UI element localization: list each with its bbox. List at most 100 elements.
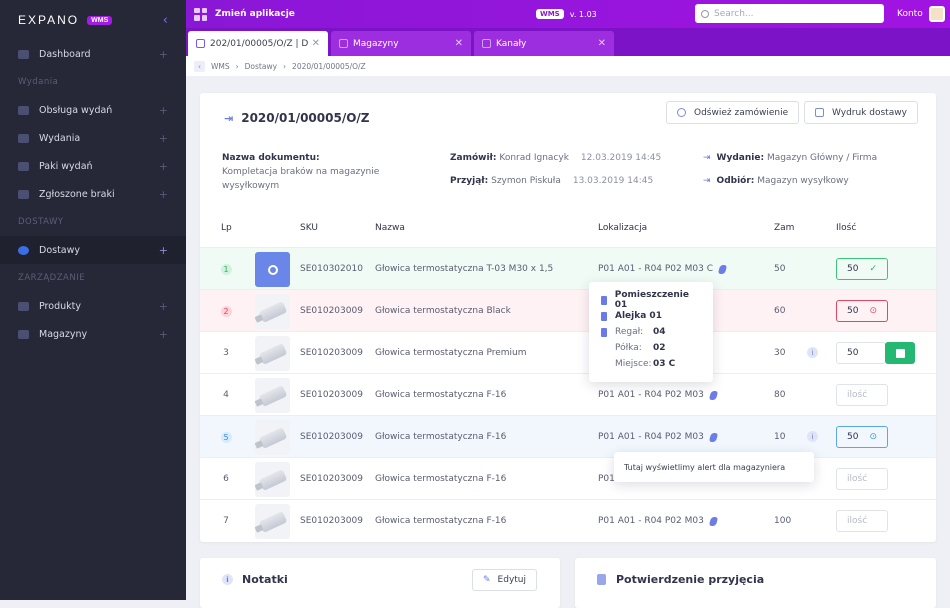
received-by: Przyjął: Szymon Piskuła 13.03.2019 14:45 (450, 176, 654, 186)
refresh-order-button[interactable]: Odśwież zamówienie (666, 101, 800, 124)
quantity-input[interactable]: 50 ⊙ (836, 426, 888, 448)
header-name: Nazwa (375, 223, 405, 233)
name-cell: Głowica termostatyczna T-03 M30 x 1,5 (375, 264, 554, 274)
table-row[interactable]: 4 SE010203009 Głowica termostatyczna F-16 P… (200, 373, 936, 415)
warehouse-icon (339, 39, 348, 48)
quantity-input[interactable]: 50 ✓ (836, 258, 888, 280)
back-icon[interactable]: ‹ (194, 60, 205, 72)
confirm-card: Potwierdzenie przyjęcia (575, 558, 936, 608)
location-pin-icon[interactable] (708, 390, 719, 400)
popover-rack: Regał: 04 (601, 324, 701, 340)
table-row[interactable]: 3 SE010203009 Głowica termostatyczna Premi… (200, 331, 936, 373)
location-popover: Pomieszczenie 01 Alejka 01 Regał: 04 Półk… (589, 282, 713, 382)
thermostat-head-image (258, 468, 287, 491)
table-row[interactable]: 7 SE010203009 Głowica termostatyczna F-16 P… (200, 499, 936, 541)
plus-icon[interactable]: + (159, 48, 168, 61)
location-pin-icon[interactable] (708, 516, 719, 526)
product-thumbnail[interactable] (255, 504, 290, 539)
lp-cell: 3 (220, 332, 232, 374)
close-tab-icon[interactable]: ✕ (455, 38, 463, 49)
table-row[interactable]: 6 SE010203009 Głowica termostatyczna F-16 P… (200, 457, 936, 499)
arrow-right-icon: ⇥ (703, 176, 711, 186)
quantity-input[interactable]: ilość (836, 384, 888, 406)
app-switcher-label: Zmień aplikacje (215, 9, 295, 19)
product-thumbnail[interactable] (255, 420, 290, 455)
tab-order[interactable]: 202/01/00005/O/Z | Do... ✕ (188, 31, 328, 56)
app-switcher[interactable]: Zmień aplikacje (186, 7, 295, 21)
quantity-input[interactable]: 50 (836, 342, 886, 364)
table-row[interactable]: 1 SE010302010 Głowica termostatyczna T-03 … (200, 247, 936, 289)
plus-icon[interactable]: + (159, 132, 168, 145)
sidebar-item-wydania[interactable]: Wydania + (0, 124, 186, 152)
ordered-qty: 50 (774, 264, 786, 274)
table-row[interactable]: 5 SE010203009 Głowica termostatyczna F-16 P… (200, 415, 936, 457)
lp-cell: 1 (220, 248, 232, 290)
sidebar-item-label: Wydania (39, 132, 81, 144)
sidebar-item-label: Magazyny (39, 328, 88, 340)
aisle-icon (601, 311, 607, 321)
location-pin-icon[interactable] (717, 264, 728, 274)
thermostat-head-image (258, 384, 287, 407)
sidebar-item-zgłoszone-braki[interactable]: Zgłoszone braki + (0, 180, 186, 208)
location-pin-icon[interactable] (708, 432, 719, 442)
channels-icon (482, 39, 491, 48)
breadcrumb-item[interactable]: Dostawy (245, 62, 277, 71)
sidebar-item-dostawy[interactable]: Dostawy + (0, 236, 186, 264)
nav-icon (18, 161, 29, 171)
ordered-qty: 80 (774, 390, 786, 400)
sidebar-item-label: Produkty (39, 300, 81, 312)
product-thumbnail[interactable] (255, 252, 290, 287)
info-icon[interactable]: i (807, 431, 818, 442)
logo: EXPANO WMS (18, 13, 113, 27)
topbar: Zmień aplikacje WMS v. 1.03 Search... Kon… (186, 0, 950, 28)
product-thumbnail[interactable] (255, 378, 290, 413)
product-thumbnail[interactable] (255, 462, 290, 497)
search-input[interactable]: Search... (695, 4, 884, 23)
close-tab-icon[interactable]: ✕ (312, 38, 320, 49)
tab-magazyny[interactable]: Magazyny ✕ (331, 31, 471, 56)
thermostat-head-image (258, 342, 287, 365)
name-cell: Głowica termostatyczna F-16 (375, 432, 507, 442)
close-tab-icon[interactable]: ✕ (598, 38, 606, 49)
collapse-sidebar-icon[interactable]: ‹ (163, 13, 168, 28)
order-card: ⇥ 2020/01/00005/O/Z Odśwież zamówienie Wy… (200, 93, 936, 542)
check-icon: ✓ (869, 264, 877, 274)
info-icon[interactable]: i (807, 347, 818, 358)
plus-icon[interactable]: + (159, 188, 168, 201)
sku-cell: SE010203009 (300, 306, 363, 316)
info-icon: i (222, 574, 233, 585)
save-button[interactable] (885, 342, 915, 364)
login-arrow-icon: ⇥ (224, 111, 234, 125)
sidebar-item-paki-wydań[interactable]: Paki wydań + (0, 152, 186, 180)
arrow-right-icon: ⇥ (703, 153, 711, 163)
quantity-input[interactable]: 50 ⊙ (836, 300, 888, 322)
sidebar-item-magazyny[interactable]: Magazyny + (0, 320, 186, 348)
sidebar-item-label: Dashboard (39, 48, 91, 60)
print-delivery-button[interactable]: Wydruk dostawy (804, 101, 918, 124)
plus-icon[interactable]: + (159, 104, 168, 117)
edit-notes-button[interactable]: ✎ Edytuj (472, 569, 538, 591)
sidebar-item-dashboard[interactable]: Dashboard + (0, 40, 186, 68)
product-thumbnail[interactable] (255, 336, 290, 371)
product-thumbnail[interactable] (255, 294, 290, 329)
plus-icon[interactable]: + (159, 244, 168, 257)
quantity-input[interactable]: ilość (836, 468, 888, 490)
search-placeholder: Search... (714, 8, 754, 19)
quantity-input[interactable]: ilość (836, 510, 888, 532)
sidebar-item-produkty[interactable]: Produkty + (0, 292, 186, 320)
account-menu[interactable]: Konto (897, 6, 945, 22)
tab-kanaly[interactable]: Kanały ✕ (474, 31, 614, 56)
lp-cell: 5 (220, 416, 232, 458)
name-cell: Głowica termostatyczna F-16 (375, 516, 507, 526)
plus-icon[interactable]: + (159, 328, 168, 341)
table-row[interactable]: 2 SE010203009 Głowica termostatyczna Black… (200, 289, 936, 331)
plus-icon[interactable]: + (159, 160, 168, 173)
plus-icon[interactable]: + (159, 300, 168, 313)
rack-icon (601, 327, 607, 337)
ordered-by: Zamówił: Konrad Ignacyk 12.03.2019 14:45 (450, 153, 662, 163)
header-location: Lokalizacja (598, 223, 648, 233)
sidebar-item-obsługa-wydań[interactable]: Obsługa wydań + (0, 96, 186, 124)
popover-shelf: Półka: 02 (615, 343, 666, 353)
nav-icon (18, 189, 29, 199)
breadcrumb-item[interactable]: WMS (211, 62, 230, 71)
